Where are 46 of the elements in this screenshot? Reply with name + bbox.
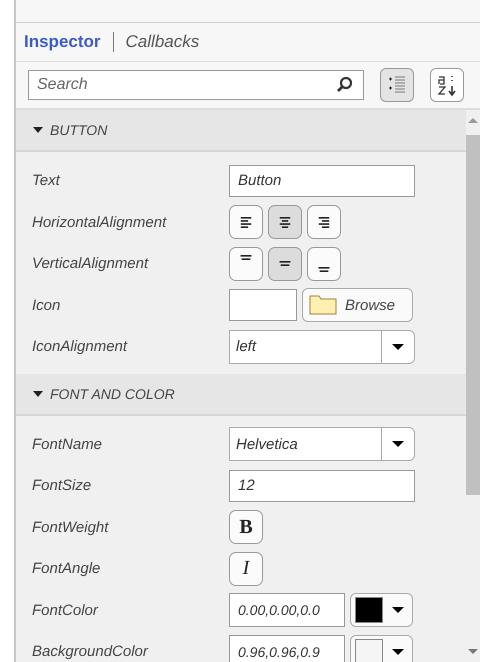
property-label: VerticalAlignment (31, 255, 150, 272)
grouped-view-button[interactable] (380, 68, 414, 102)
color-picker-button[interactable] (350, 593, 413, 628)
alignment-button[interactable] (229, 246, 263, 281)
property-label: FontAngle (31, 560, 102, 578)
text-field[interactable]: 12 (229, 470, 415, 502)
section-title: FONT AND COLOR (50, 386, 175, 402)
align-right-icon (318, 216, 330, 228)
alignment-button[interactable] (268, 246, 302, 281)
property-label: Icon (31, 296, 62, 314)
section-header[interactable]: FONT AND COLOR (16, 374, 466, 416)
property-label: IconAlignment (31, 338, 128, 356)
property-label: FontSize (31, 477, 92, 494)
align-middle-icon (279, 261, 291, 266)
bold-button[interactable]: B (229, 510, 263, 544)
alignment-button[interactable] (229, 205, 263, 240)
align-center-icon (279, 216, 291, 228)
property-label: FontName (31, 436, 104, 453)
tab[interactable]: Inspector (24, 32, 101, 52)
property-label: FontWeight (31, 518, 110, 536)
align-left-icon (240, 216, 252, 228)
color-picker-button[interactable] (350, 634, 413, 662)
property-label: HorizontalAlignment (31, 214, 168, 231)
alignment-button[interactable] (268, 205, 302, 240)
property-label: FontColor (31, 602, 100, 619)
alignment-button[interactable] (307, 246, 341, 281)
dropdown[interactable]: Helvetica (229, 427, 415, 462)
dropdown[interactable]: left (229, 330, 415, 364)
icon-field[interactable] (229, 289, 297, 322)
search-icon (336, 76, 354, 94)
alignment-button[interactable] (307, 205, 341, 240)
align-top-icon (240, 255, 252, 260)
color-value-field[interactable]: 0.96,0.96,0.9 (229, 634, 345, 662)
property-label: Text (31, 172, 62, 190)
property-label: BackgroundColor (31, 643, 150, 660)
section-title: BUTTON (50, 122, 108, 138)
search-field[interactable]: Search (28, 70, 364, 100)
text-field[interactable]: Button (229, 164, 415, 197)
browse-button[interactable]: Browse (302, 288, 413, 322)
italic-button[interactable]: I (229, 552, 263, 586)
tab[interactable]: Callbacks (126, 32, 200, 52)
sort-button[interactable] (430, 68, 464, 102)
section-header[interactable]: BUTTON (16, 110, 466, 152)
align-bottom-icon (318, 267, 330, 272)
color-value-field[interactable]: 0.00,0.00,0.0 (229, 593, 345, 628)
folder-icon (309, 295, 337, 316)
